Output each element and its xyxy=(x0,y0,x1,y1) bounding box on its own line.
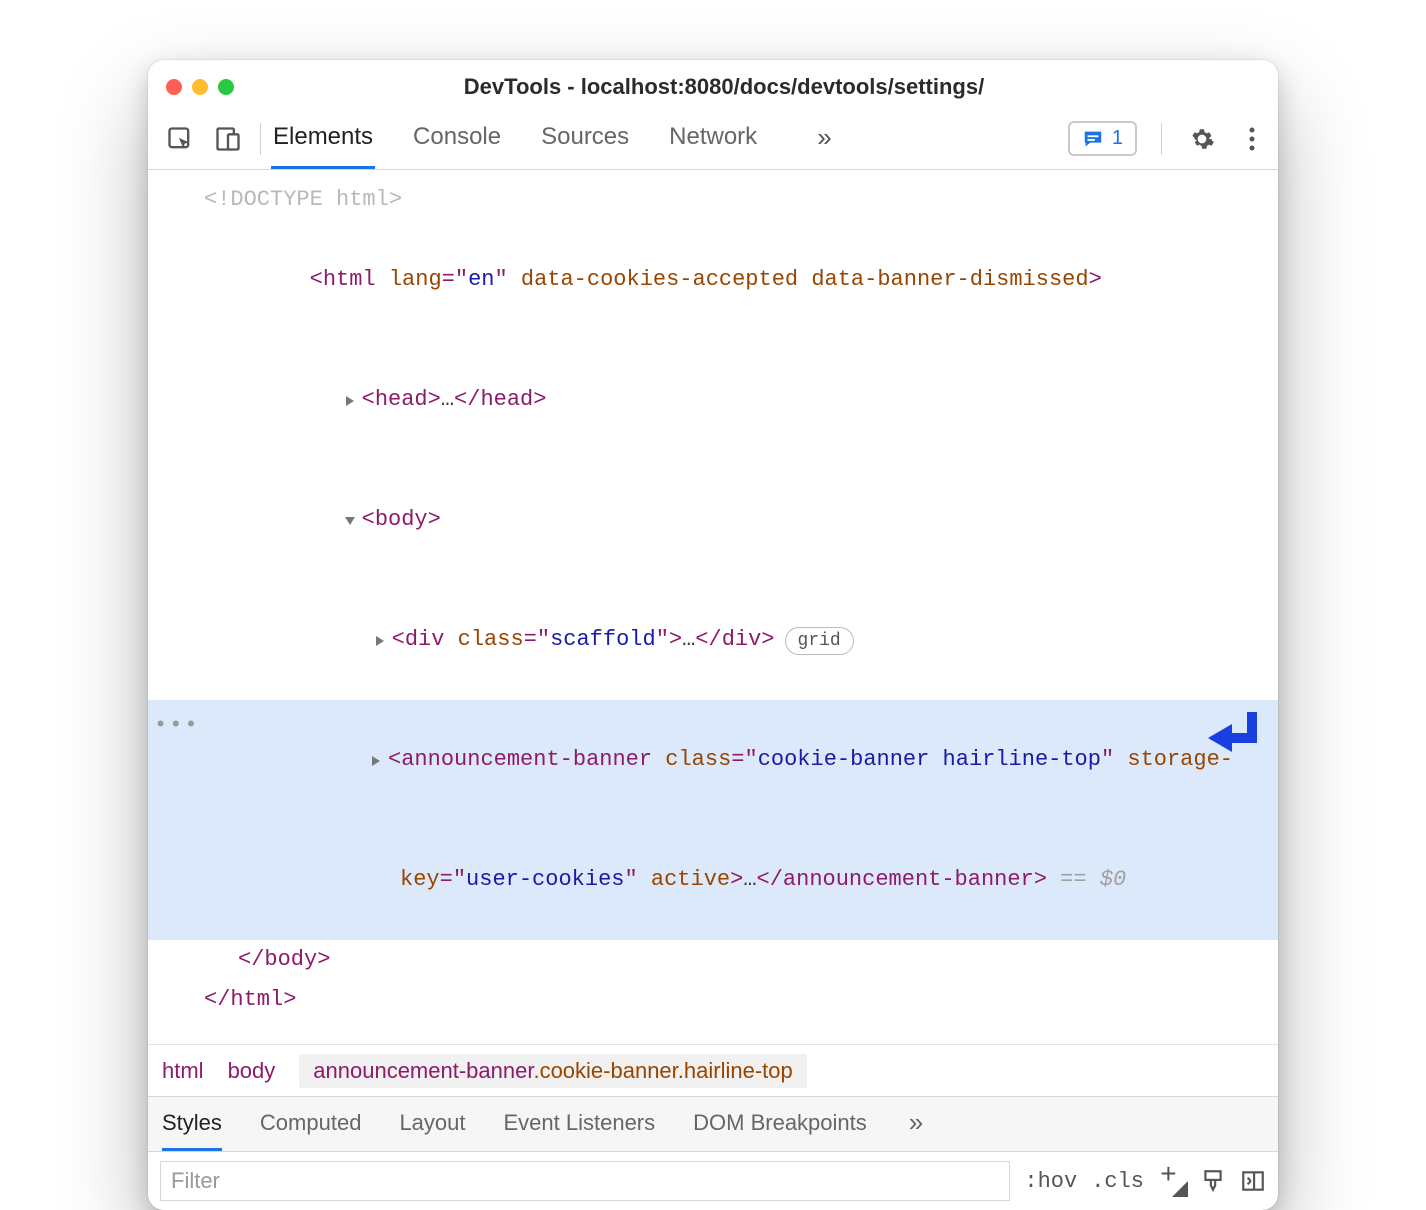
gutter-menu-icon[interactable]: ••• xyxy=(154,706,200,746)
crumb-html[interactable]: html xyxy=(162,1058,204,1084)
new-style-rule-button[interactable] xyxy=(1158,1167,1186,1195)
tab-elements[interactable]: Elements xyxy=(271,108,375,169)
tab-styles[interactable]: Styles xyxy=(162,1097,222,1151)
toolbar-divider xyxy=(1161,123,1162,155)
window-controls xyxy=(166,79,234,95)
main-tabs: Elements Console Sources Network » xyxy=(271,108,834,169)
inspect-element-icon[interactable] xyxy=(158,117,202,161)
tab-sources[interactable]: Sources xyxy=(539,108,631,169)
gear-icon xyxy=(1189,126,1215,152)
issues-icon xyxy=(1082,128,1104,150)
close-window-button[interactable] xyxy=(166,79,182,95)
toggle-sidebar-button[interactable] xyxy=(1240,1168,1266,1194)
paintbrush-icon xyxy=(1200,1168,1226,1194)
more-tabs-button[interactable]: » xyxy=(815,108,833,169)
styles-filter-row: :hov .cls xyxy=(148,1152,1278,1210)
dom-body-open[interactable]: <body> xyxy=(148,460,1278,580)
minimize-window-button[interactable] xyxy=(192,79,208,95)
devtools-window: DevTools - localhost:8080/docs/devtools/… xyxy=(148,60,1278,1210)
tab-console[interactable]: Console xyxy=(411,108,503,169)
dom-html-open[interactable]: <html lang="en" data-cookies-accepted da… xyxy=(148,220,1278,340)
styles-panel-tabs: Styles Computed Layout Event Listeners D… xyxy=(148,1096,1278,1152)
grid-badge[interactable]: grid xyxy=(785,627,854,655)
crumb-body[interactable]: body xyxy=(228,1058,276,1084)
more-panel-tabs[interactable]: » xyxy=(909,1097,923,1151)
paint-flashing-button[interactable] xyxy=(1200,1168,1226,1194)
callout-arrow-icon xyxy=(1202,708,1262,777)
title-prefix: DevTools - xyxy=(464,74,581,99)
toolbar-divider xyxy=(260,123,261,155)
toggle-hov-button[interactable]: :hov xyxy=(1024,1169,1077,1194)
titlebar: DevTools - localhost:8080/docs/devtools/… xyxy=(148,60,1278,108)
sidebar-icon xyxy=(1240,1168,1266,1194)
tab-dom-breakpoints[interactable]: DOM Breakpoints xyxy=(693,1097,867,1151)
tab-network[interactable]: Network xyxy=(667,108,759,169)
issues-count: 1 xyxy=(1112,127,1123,150)
expand-icon[interactable] xyxy=(344,395,356,407)
tab-computed[interactable]: Computed xyxy=(260,1097,362,1151)
kebab-icon xyxy=(1249,127,1255,151)
dom-doctype[interactable]: <!DOCTYPE html> xyxy=(148,180,1278,220)
toggle-cls-button[interactable]: .cls xyxy=(1091,1169,1144,1194)
issues-badge[interactable]: 1 xyxy=(1068,121,1137,156)
plus-icon xyxy=(1158,1167,1186,1195)
expand-icon[interactable] xyxy=(374,635,386,647)
dom-div-scaffold[interactable]: <div class="scaffold">…</div>grid xyxy=(148,580,1278,700)
tab-layout[interactable]: Layout xyxy=(399,1097,465,1151)
dom-head[interactable]: <head>…</head> xyxy=(148,340,1278,460)
toolbar-right: 1 xyxy=(1068,121,1268,156)
title-url: localhost:8080/docs/devtools/settings/ xyxy=(581,74,984,99)
dom-tree[interactable]: <!DOCTYPE html> <html lang="en" data-coo… xyxy=(148,170,1278,1044)
expand-icon[interactable] xyxy=(370,755,382,767)
tab-event-listeners[interactable]: Event Listeners xyxy=(504,1097,656,1151)
more-options-button[interactable] xyxy=(1236,123,1268,155)
main-toolbar: Elements Console Sources Network » 1 xyxy=(148,108,1278,170)
settings-button[interactable] xyxy=(1186,123,1218,155)
device-toolbar-icon[interactable] xyxy=(206,117,250,161)
dom-body-close[interactable]: </body> xyxy=(148,940,1278,980)
dom-selected-node[interactable]: ••• <announcement-banner class="cookie-b… xyxy=(148,700,1278,940)
collapse-icon[interactable] xyxy=(344,515,356,527)
dom-html-close[interactable]: </html> xyxy=(148,980,1278,1020)
dom-breadcrumb: html body announcement-banner.cookie-ban… xyxy=(148,1044,1278,1096)
zoom-window-button[interactable] xyxy=(218,79,234,95)
window-title: DevTools - localhost:8080/docs/devtools/… xyxy=(248,74,1260,100)
styles-filter-input[interactable] xyxy=(160,1161,1010,1201)
crumb-selected[interactable]: announcement-banner.cookie-banner.hairli… xyxy=(299,1054,806,1088)
